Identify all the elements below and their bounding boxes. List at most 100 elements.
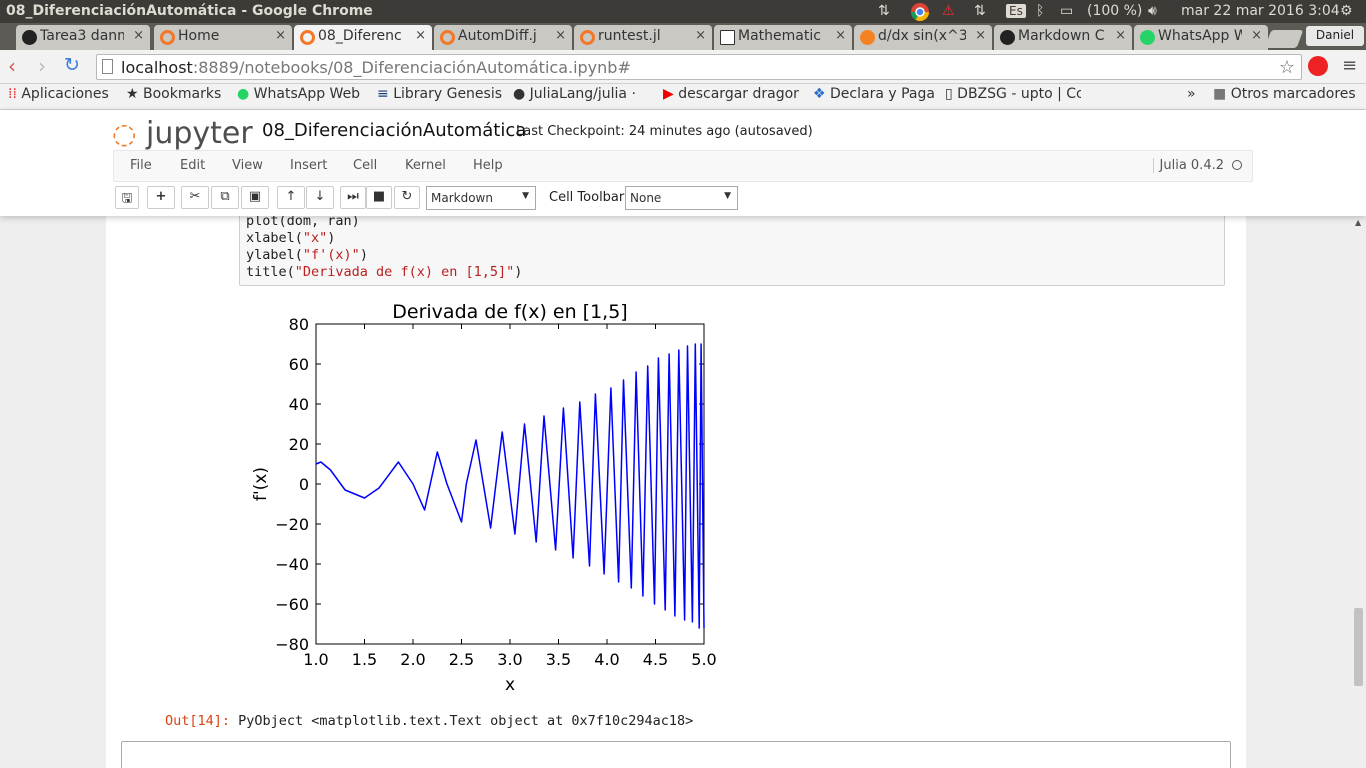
bookmark-otros[interactable]: ■ Otros marcadores	[1213, 86, 1356, 102]
tab-markdown[interactable]: Markdown C ×	[994, 25, 1132, 50]
window-titlebar: 08_DiferenciaciónAutomática - Google Chr…	[0, 0, 1366, 23]
code-cell-input[interactable]: plot(dom, ran) xlabel("x") ylabel("f'(x)…	[239, 216, 1225, 286]
bookmark-aplicaciones[interactable]: ⁞⁞ Aplicaciones	[8, 86, 109, 102]
plot-output: 1.0 1.5 2.0 2.5 3.0 3.5 4.0 4.5 5.0806040200−20−…	[251, 301, 717, 695]
book-icon: ≡	[377, 86, 389, 102]
jupyter-icon	[440, 30, 455, 45]
tab-08-diferenciacion[interactable]: 08_Diferenc ×	[294, 25, 432, 50]
y-tick-label: 80	[289, 315, 309, 334]
menu-insert[interactable]: Insert	[290, 158, 327, 173]
scroll-up-icon[interactable]: ▲	[1355, 218, 1361, 227]
copy-button[interactable]: ⧉	[211, 186, 239, 209]
warning-icon[interactable]: ⚠	[942, 3, 955, 19]
x-axis-label: x	[505, 675, 515, 695]
keyboard-layout-indicator[interactable]: Es	[1006, 4, 1026, 18]
apps-icon: ⁞⁞	[8, 86, 17, 102]
menu-icon[interactable]: ≡	[1342, 55, 1357, 76]
bookmarks-more-button[interactable]: »	[1187, 86, 1196, 102]
tab-whatsapp[interactable]: WhatsApp W ×	[1134, 25, 1268, 50]
arrow-down-icon: ↓	[314, 189, 326, 204]
battery-icon[interactable]: ▭	[1060, 3, 1073, 19]
dropbox-icon: ❖	[813, 86, 826, 102]
back-icon[interactable]: ‹	[8, 54, 16, 78]
bookmark-descargar[interactable]: ▶ descargar dragon	[663, 86, 799, 102]
menu-edit[interactable]: Edit	[180, 158, 205, 173]
stop-icon: ■	[372, 189, 386, 204]
bookmark-bookmarks[interactable]: ★ Bookmarks	[126, 86, 221, 102]
y-tick-label: −20	[275, 515, 309, 534]
move-up-button[interactable]: ↑	[277, 186, 305, 209]
close-tab-icon[interactable]: ×	[835, 28, 846, 43]
browser-toolbar: ‹ › ↻ localhost:8889/notebooks/08_Difere…	[0, 50, 1366, 84]
volume-icon[interactable]: 🔊︎	[1148, 3, 1157, 19]
battery-level[interactable]: (100 %)	[1087, 3, 1142, 19]
tab-strip: Tarea3 danm × Home × 08_Diferenc × AutomDif…	[0, 23, 1366, 50]
menu-cell[interactable]: Cell	[353, 158, 377, 173]
save-button[interactable]: 🖫︎	[115, 186, 139, 209]
jupyter-icon	[580, 30, 595, 45]
github-icon	[22, 30, 37, 45]
jupyter-logo[interactable]: ◌ jupyter	[112, 116, 253, 151]
close-tab-icon[interactable]: ×	[275, 28, 286, 43]
bookmark-star-icon[interactable]: ☆	[1279, 57, 1295, 78]
scrollbar-thumb[interactable]	[1354, 608, 1363, 686]
github-icon	[1000, 30, 1015, 45]
x-tick-label: 3.5	[546, 650, 571, 669]
menu-kernel[interactable]: Kernel	[405, 158, 446, 173]
forward-icon[interactable]: ›	[38, 54, 46, 78]
cell-type-select[interactable]: Markdown ▼	[426, 186, 536, 210]
move-down-button[interactable]: ↓	[306, 186, 334, 209]
close-tab-icon[interactable]: ×	[975, 28, 986, 43]
tab-mathematics[interactable]: Mathematic ×	[714, 25, 852, 50]
menu-view[interactable]: View	[232, 158, 263, 173]
tab-automdiff[interactable]: AutomDiff.j ×	[434, 25, 572, 50]
bookmark-dbzsg[interactable]: ▯ DBZSG - upto | Cc	[945, 86, 1081, 102]
bookmark-declara-y-paga[interactable]: ❖ Declara y Paga	[813, 86, 935, 102]
adblock-icon[interactable]	[1308, 56, 1328, 76]
bluetooth-icon[interactable]: ᛒ	[1036, 3, 1044, 19]
profile-button[interactable]: Daniel	[1306, 26, 1364, 46]
y-tick-label: 0	[299, 475, 309, 494]
restart-button[interactable]: ↻	[394, 186, 420, 209]
close-tab-icon[interactable]: ×	[555, 28, 566, 43]
new-tab-button[interactable]	[1264, 30, 1304, 48]
close-tab-icon[interactable]: ×	[415, 28, 426, 43]
menu-file[interactable]: File	[130, 158, 152, 173]
step-forward-icon: ⏭	[347, 189, 359, 204]
network-icon[interactable]: ⇅	[878, 3, 890, 19]
output-prompt: Out[14]:	[165, 713, 231, 729]
close-tab-icon[interactable]: ×	[1251, 28, 1262, 43]
notebook-name[interactable]: 08_DiferenciaciónAutomática	[262, 120, 526, 141]
next-cell[interactable]	[121, 741, 1231, 768]
tab-wolfram[interactable]: d/dx sin(x^3 ×	[854, 25, 992, 50]
dropdown-caret-icon: ▼	[522, 191, 529, 201]
run-cell-button[interactable]: ⏭	[340, 186, 366, 209]
tab-tarea3[interactable]: Tarea3 danm ×	[16, 25, 150, 50]
close-tab-icon[interactable]: ×	[1115, 28, 1126, 43]
paste-button[interactable]: ▣	[241, 186, 269, 209]
bookmark-library-genesis[interactable]: ≡ Library Genesis	[377, 86, 502, 102]
reload-icon[interactable]: ↻	[64, 54, 80, 76]
insert-cell-button[interactable]: +	[147, 186, 175, 209]
interrupt-button[interactable]: ■	[366, 186, 392, 209]
x-tick-label: 2.0	[400, 650, 425, 669]
close-tab-icon[interactable]: ×	[133, 28, 144, 43]
settings-gear-icon[interactable]: ⚙	[1340, 3, 1353, 19]
x-tick-label: 1.5	[352, 650, 377, 669]
github-icon: ●	[513, 86, 526, 102]
cut-button[interactable]: ✂	[181, 186, 209, 209]
tab-runtest[interactable]: runtest.jl ×	[574, 25, 712, 50]
cell-toolbar-select[interactable]: None ▼	[625, 186, 738, 210]
wolfram-icon	[860, 30, 875, 45]
y-tick-label: 40	[289, 395, 309, 414]
sync-icon[interactable]: ⇅	[974, 3, 986, 19]
page-scrollbar[interactable]: ▲	[1352, 216, 1366, 768]
bookmark-julialang[interactable]: ● JuliaLang/julia ·	[513, 86, 649, 102]
clock[interactable]: mar 22 mar 2016 3:04	[1181, 3, 1340, 19]
window-title: 08_DiferenciaciónAutomática - Google Chr…	[6, 3, 373, 19]
bookmark-whatsapp[interactable]: ● WhatsApp Web	[237, 86, 360, 102]
menu-help[interactable]: Help	[473, 158, 503, 173]
tab-home[interactable]: Home ×	[154, 25, 292, 50]
address-bar[interactable]: localhost:8889/notebooks/08_Diferenciaci…	[96, 54, 1302, 80]
close-tab-icon[interactable]: ×	[695, 28, 706, 43]
